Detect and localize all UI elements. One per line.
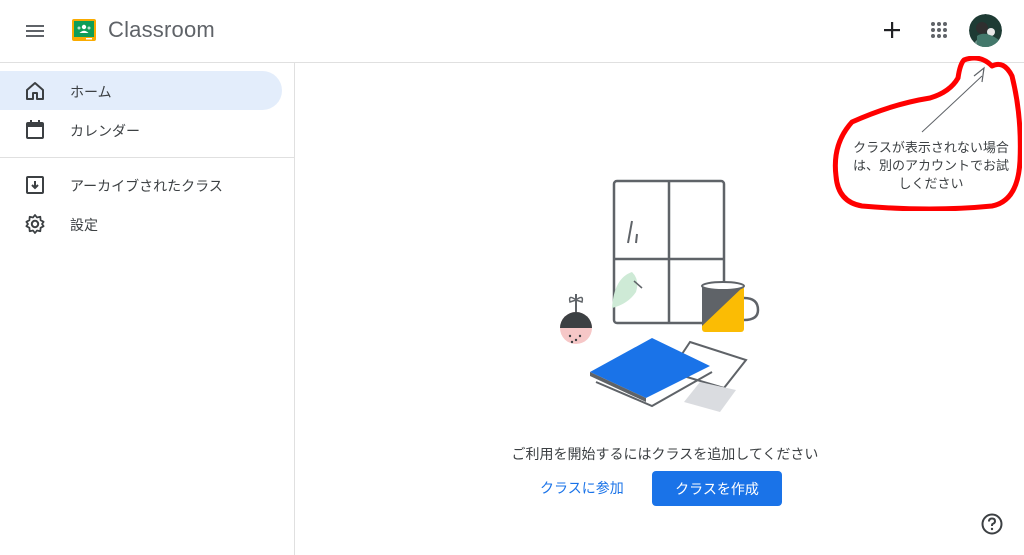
sidebar-item-home[interactable]: ホーム (0, 71, 282, 110)
gear-icon (24, 213, 46, 235)
annotation-line: しください (898, 176, 964, 191)
sidebar-divider (0, 157, 294, 158)
classroom-logo-icon[interactable] (72, 19, 96, 41)
annotation-line: は、別のアカウントでお試 (852, 158, 1009, 173)
join-class-button[interactable]: クラスに参加 (540, 478, 624, 498)
empty-state-illustration (552, 176, 772, 416)
account-avatar[interactable] (969, 14, 1002, 47)
help-icon[interactable] (980, 512, 1004, 536)
calendar-icon (24, 119, 46, 141)
sidebar-item-calendar[interactable]: カレンダー (0, 110, 282, 149)
navigation-drawer: ホーム カレンダー アーカイブされたクラス 設定 (0, 63, 295, 555)
archive-icon (24, 174, 46, 196)
sidebar-item-settings[interactable]: 設定 (0, 204, 282, 243)
annotation-note: クラスが表示されない場合 は、別のアカウントでお試 しください (840, 139, 1022, 193)
sidebar-item-label: カレンダー (70, 123, 140, 139)
app-title[interactable]: Classroom (108, 17, 215, 43)
sidebar-item-archived[interactable]: アーカイブされたクラス (0, 165, 282, 204)
annotation-line: クラスが表示されない場合 (853, 140, 1009, 155)
create-class-button[interactable]: クラスを作成 (652, 471, 782, 506)
plus-icon[interactable] (878, 16, 906, 44)
home-icon (24, 80, 46, 102)
apps-grid-icon[interactable] (926, 17, 952, 43)
empty-state-message: ご利用を開始するにはクラスを追加してください (511, 446, 819, 462)
sidebar-item-label: ホーム (70, 84, 112, 100)
top-app-bar: Classroom (0, 0, 1024, 63)
sidebar-item-label: アーカイブされたクラス (70, 178, 223, 194)
hamburger-menu-icon[interactable] (18, 14, 52, 48)
sidebar-item-label: 設定 (70, 217, 98, 233)
